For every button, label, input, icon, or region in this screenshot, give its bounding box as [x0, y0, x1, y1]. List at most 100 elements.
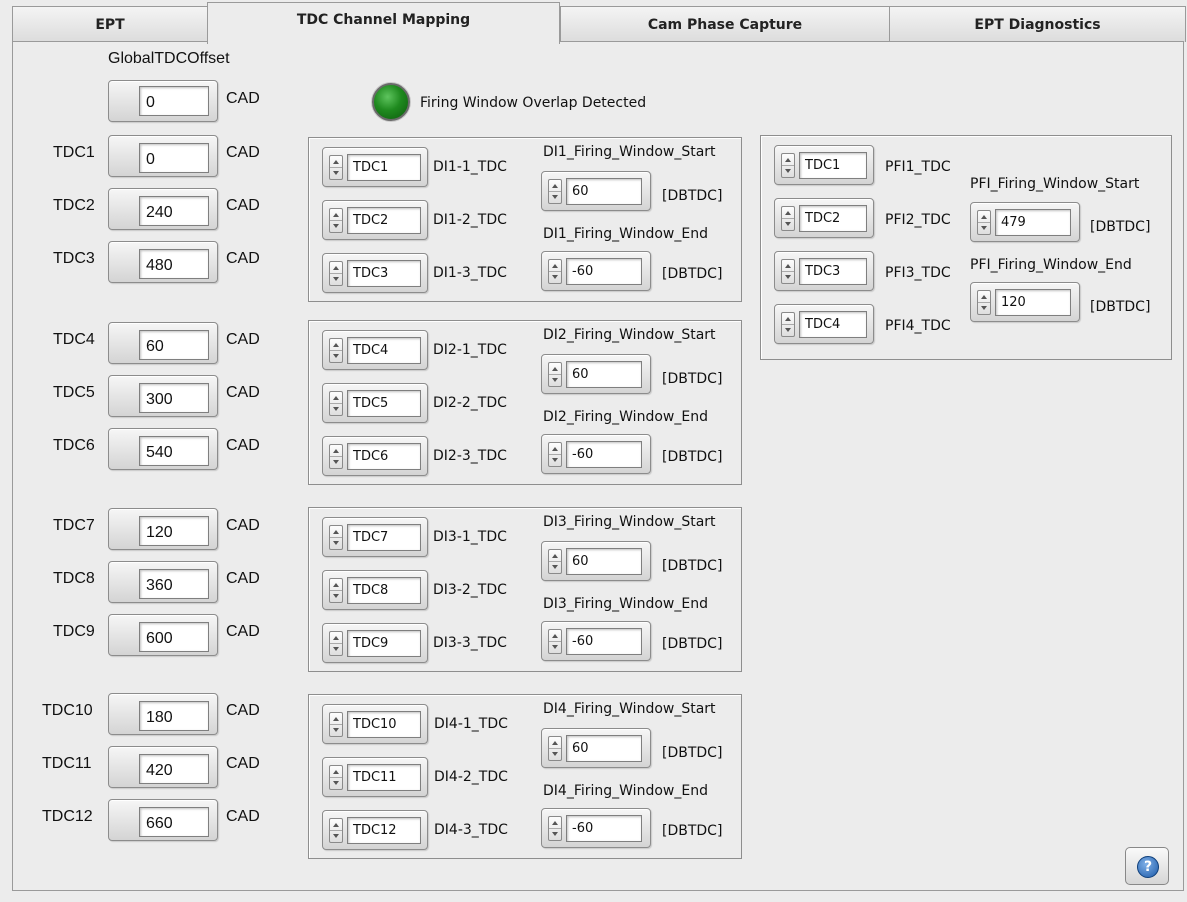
firing-window-end-control[interactable]: -60 [541, 434, 651, 474]
pfi-window-start-control[interactable]: 479 [970, 202, 1080, 242]
channel-selector[interactable]: TDC12 [322, 810, 428, 850]
pfi-window-end-control[interactable]: 120 [970, 282, 1080, 322]
firing-window-start-value[interactable]: 60 [566, 178, 642, 205]
channel-selector[interactable]: TDC7 [322, 517, 428, 557]
spinner-arrows-icon[interactable] [329, 444, 343, 469]
spinner-arrows-icon[interactable] [329, 712, 343, 737]
channel-selector[interactable]: TDC11 [322, 757, 428, 797]
tdc-control[interactable]: 360 [108, 561, 218, 603]
firing-window-start-control[interactable]: 60 [541, 541, 651, 581]
tdc-control[interactable]: 540 [108, 428, 218, 470]
tdc-value-field[interactable]: 600 [139, 622, 209, 652]
spinner-arrows-icon[interactable] [329, 391, 343, 416]
channel-value[interactable]: TDC9 [347, 630, 421, 657]
pfi-channel-value[interactable]: TDC3 [799, 258, 867, 285]
channel-selector[interactable]: TDC4 [322, 330, 428, 370]
channel-selector[interactable]: TDC9 [322, 623, 428, 663]
channel-value[interactable]: TDC7 [347, 524, 421, 551]
firing-window-start-control[interactable]: 60 [541, 728, 651, 768]
channel-selector[interactable]: TDC2 [322, 200, 428, 240]
tab-tdc-channel-mapping[interactable]: TDC Channel Mapping [207, 2, 560, 44]
spinner-arrows-icon[interactable] [781, 259, 795, 284]
spinner-arrows-icon[interactable] [548, 549, 562, 574]
tdc-value-field[interactable]: 120 [139, 516, 209, 546]
tdc-value-field[interactable]: 480 [139, 249, 209, 279]
tab-ept[interactable]: EPT [12, 6, 208, 42]
spinner-arrows-icon[interactable] [781, 312, 795, 337]
channel-value[interactable]: TDC5 [347, 390, 421, 417]
spinner-arrows-icon[interactable] [548, 442, 562, 467]
pfi-channel-value[interactable]: TDC2 [799, 205, 867, 232]
global-offset-field[interactable]: 0 [139, 86, 209, 116]
pfi-channel-selector[interactable]: TDC3 [774, 251, 874, 291]
tdc-control[interactable]: 600 [108, 614, 218, 656]
pfi-channel-selector[interactable]: TDC1 [774, 145, 874, 185]
spinner-arrows-icon[interactable] [781, 153, 795, 178]
channel-selector[interactable]: TDC5 [322, 383, 428, 423]
channel-value[interactable]: TDC10 [347, 711, 421, 738]
channel-value[interactable]: TDC4 [347, 337, 421, 364]
channel-value[interactable]: TDC6 [347, 443, 421, 470]
spinner-arrows-icon[interactable] [329, 765, 343, 790]
pfi-channel-value[interactable]: TDC4 [799, 311, 867, 338]
tab-ept-diagnostics[interactable]: EPT Diagnostics [889, 6, 1186, 42]
channel-selector[interactable]: TDC1 [322, 147, 428, 187]
firing-window-start-value[interactable]: 60 [566, 735, 642, 762]
firing-window-start-control[interactable]: 60 [541, 171, 651, 211]
tdc-control[interactable]: 120 [108, 508, 218, 550]
channel-value[interactable]: TDC11 [347, 764, 421, 791]
tdc-value-field[interactable]: 540 [139, 436, 209, 466]
channel-value[interactable]: TDC3 [347, 260, 421, 287]
spinner-arrows-icon[interactable] [329, 338, 343, 363]
tdc-value-field[interactable]: 180 [139, 701, 209, 731]
channel-value[interactable]: TDC2 [347, 207, 421, 234]
spinner-arrows-icon[interactable] [548, 259, 562, 284]
firing-window-start-control[interactable]: 60 [541, 354, 651, 394]
pfi-window-start-value[interactable]: 479 [995, 209, 1071, 236]
firing-window-end-value[interactable]: -60 [566, 815, 642, 842]
spinner-arrows-icon[interactable] [548, 736, 562, 761]
pfi-channel-selector[interactable]: TDC2 [774, 198, 874, 238]
tdc-value-field[interactable]: 0 [139, 143, 209, 173]
spinner-arrows-icon[interactable] [329, 818, 343, 843]
tdc-control[interactable]: 60 [108, 322, 218, 364]
channel-value[interactable]: TDC12 [347, 817, 421, 844]
tdc-control[interactable]: 480 [108, 241, 218, 283]
firing-window-end-control[interactable]: -60 [541, 251, 651, 291]
firing-window-end-value[interactable]: -60 [566, 441, 642, 468]
tdc-control[interactable]: 240 [108, 188, 218, 230]
help-button[interactable]: ? [1125, 847, 1169, 885]
tdc-value-field[interactable]: 240 [139, 196, 209, 226]
spinner-arrows-icon[interactable] [329, 155, 343, 180]
firing-window-end-control[interactable]: -60 [541, 621, 651, 661]
spinner-arrows-icon[interactable] [548, 362, 562, 387]
firing-window-start-value[interactable]: 60 [566, 548, 642, 575]
spinner-arrows-icon[interactable] [548, 816, 562, 841]
pfi-channel-value[interactable]: TDC1 [799, 152, 867, 179]
spinner-arrows-icon[interactable] [329, 578, 343, 603]
channel-selector[interactable]: TDC8 [322, 570, 428, 610]
tdc-value-field[interactable]: 300 [139, 383, 209, 413]
tdc-control[interactable]: 0 [108, 135, 218, 177]
channel-selector[interactable]: TDC10 [322, 704, 428, 744]
spinner-arrows-icon[interactable] [977, 210, 991, 235]
firing-window-start-value[interactable]: 60 [566, 361, 642, 388]
tdc-value-field[interactable]: 420 [139, 754, 209, 784]
tdc-value-field[interactable]: 60 [139, 330, 209, 360]
spinner-arrows-icon[interactable] [329, 631, 343, 656]
channel-selector[interactable]: TDC6 [322, 436, 428, 476]
channel-selector[interactable]: TDC3 [322, 253, 428, 293]
tdc-control[interactable]: 420 [108, 746, 218, 788]
firing-window-end-control[interactable]: -60 [541, 808, 651, 848]
pfi-window-end-value[interactable]: 120 [995, 289, 1071, 316]
spinner-arrows-icon[interactable] [548, 179, 562, 204]
tdc-control[interactable]: 180 [108, 693, 218, 735]
spinner-arrows-icon[interactable] [329, 525, 343, 550]
spinner-arrows-icon[interactable] [548, 629, 562, 654]
spinner-arrows-icon[interactable] [329, 208, 343, 233]
tdc-value-field[interactable]: 660 [139, 807, 209, 837]
firing-window-end-value[interactable]: -60 [566, 628, 642, 655]
firing-window-end-value[interactable]: -60 [566, 258, 642, 285]
spinner-arrows-icon[interactable] [977, 290, 991, 315]
tdc-control[interactable]: 300 [108, 375, 218, 417]
